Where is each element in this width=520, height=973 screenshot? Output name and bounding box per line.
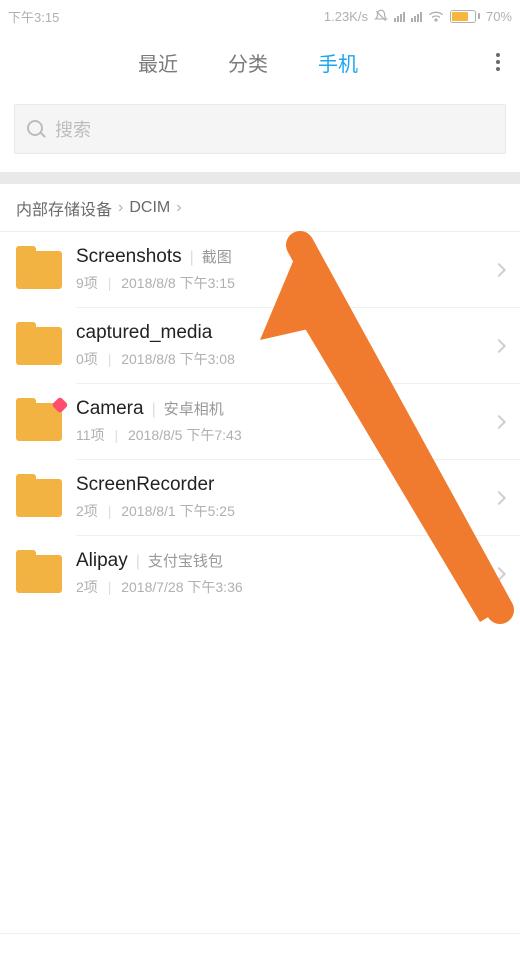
folder-item-camera[interactable]: Camera | 安卓相机 11项 | 2018/8/5 下午7:43 (0, 384, 520, 459)
folder-date: 2018/8/1 下午5:25 (121, 503, 235, 519)
folder-item-screenshots[interactable]: Screenshots | 截图 9项 | 2018/8/8 下午3:15 (0, 232, 520, 307)
search-container: 搜索 (0, 92, 520, 172)
status-bar: 下午3:15 1.23K/s 70% (0, 0, 520, 32)
folder-name: captured_media (76, 322, 212, 344)
tab-category[interactable]: 分类 (228, 48, 268, 77)
folder-icon (16, 327, 62, 365)
folder-count: 0项 (76, 351, 98, 367)
tab-recent[interactable]: 最近 (138, 48, 178, 77)
chevron-right-icon (492, 490, 506, 504)
search-placeholder: 搜索 (55, 116, 91, 142)
folder-icon (16, 555, 62, 593)
top-tabs: 最近 分类 手机 (0, 32, 520, 92)
chevron-right-icon: › (176, 199, 181, 217)
folder-count: 11项 (76, 427, 105, 443)
folder-date: 2018/8/8 下午3:08 (121, 351, 235, 367)
folder-alias: 截图 (202, 246, 232, 267)
signal-icon-2 (411, 10, 422, 22)
status-speed: 1.23K/s (324, 9, 368, 24)
search-input[interactable]: 搜索 (14, 104, 506, 154)
folder-count: 2项 (76, 579, 98, 595)
folder-icon (16, 251, 62, 289)
wifi-icon (428, 10, 444, 22)
folder-icon (16, 479, 62, 517)
chevron-right-icon (492, 262, 506, 276)
chevron-right-icon: › (118, 199, 123, 217)
bottom-bar (0, 933, 520, 973)
folder-item-screenrecorder[interactable]: ScreenRecorder 2项 | 2018/8/1 下午5:25 (0, 460, 520, 535)
signal-icon (394, 10, 405, 22)
folder-date: 2018/7/28 下午3:36 (121, 579, 242, 595)
folder-date: 2018/8/5 下午7:43 (128, 427, 242, 443)
more-menu-icon[interactable] (486, 53, 510, 71)
chevron-right-icon (492, 338, 506, 352)
folder-name: Camera (76, 398, 144, 420)
battery-icon (450, 10, 480, 23)
folder-date: 2018/8/8 下午3:15 (121, 275, 235, 291)
folder-name: Screenshots (76, 246, 182, 268)
folder-alias: 支付宝钱包 (148, 550, 223, 571)
chevron-right-icon (492, 566, 506, 580)
tab-phone[interactable]: 手机 (318, 48, 358, 77)
folder-item-alipay[interactable]: Alipay | 支付宝钱包 2项 | 2018/7/28 下午3:36 (0, 536, 520, 611)
folder-name: ScreenRecorder (76, 474, 214, 496)
search-icon (27, 120, 45, 138)
folder-item-captured-media[interactable]: captured_media 0项 | 2018/8/8 下午3:08 (0, 308, 520, 383)
breadcrumb-root[interactable]: 内部存储设备 (16, 196, 112, 220)
folder-count: 2项 (76, 503, 98, 519)
chevron-right-icon (492, 414, 506, 428)
folder-list: Screenshots | 截图 9项 | 2018/8/8 下午3:15 ca… (0, 232, 520, 611)
battery-percent: 70% (486, 9, 512, 24)
folder-count: 9项 (76, 275, 98, 291)
status-time: 下午3:15 (8, 7, 324, 26)
breadcrumb-dcim[interactable]: DCIM (129, 199, 170, 217)
breadcrumb[interactable]: 内部存储设备 › DCIM › (0, 184, 520, 232)
folder-name: Alipay (76, 550, 128, 572)
folder-alias: 安卓相机 (164, 398, 224, 419)
section-divider (0, 172, 520, 184)
folder-icon (16, 403, 62, 441)
dnd-icon (374, 9, 388, 23)
